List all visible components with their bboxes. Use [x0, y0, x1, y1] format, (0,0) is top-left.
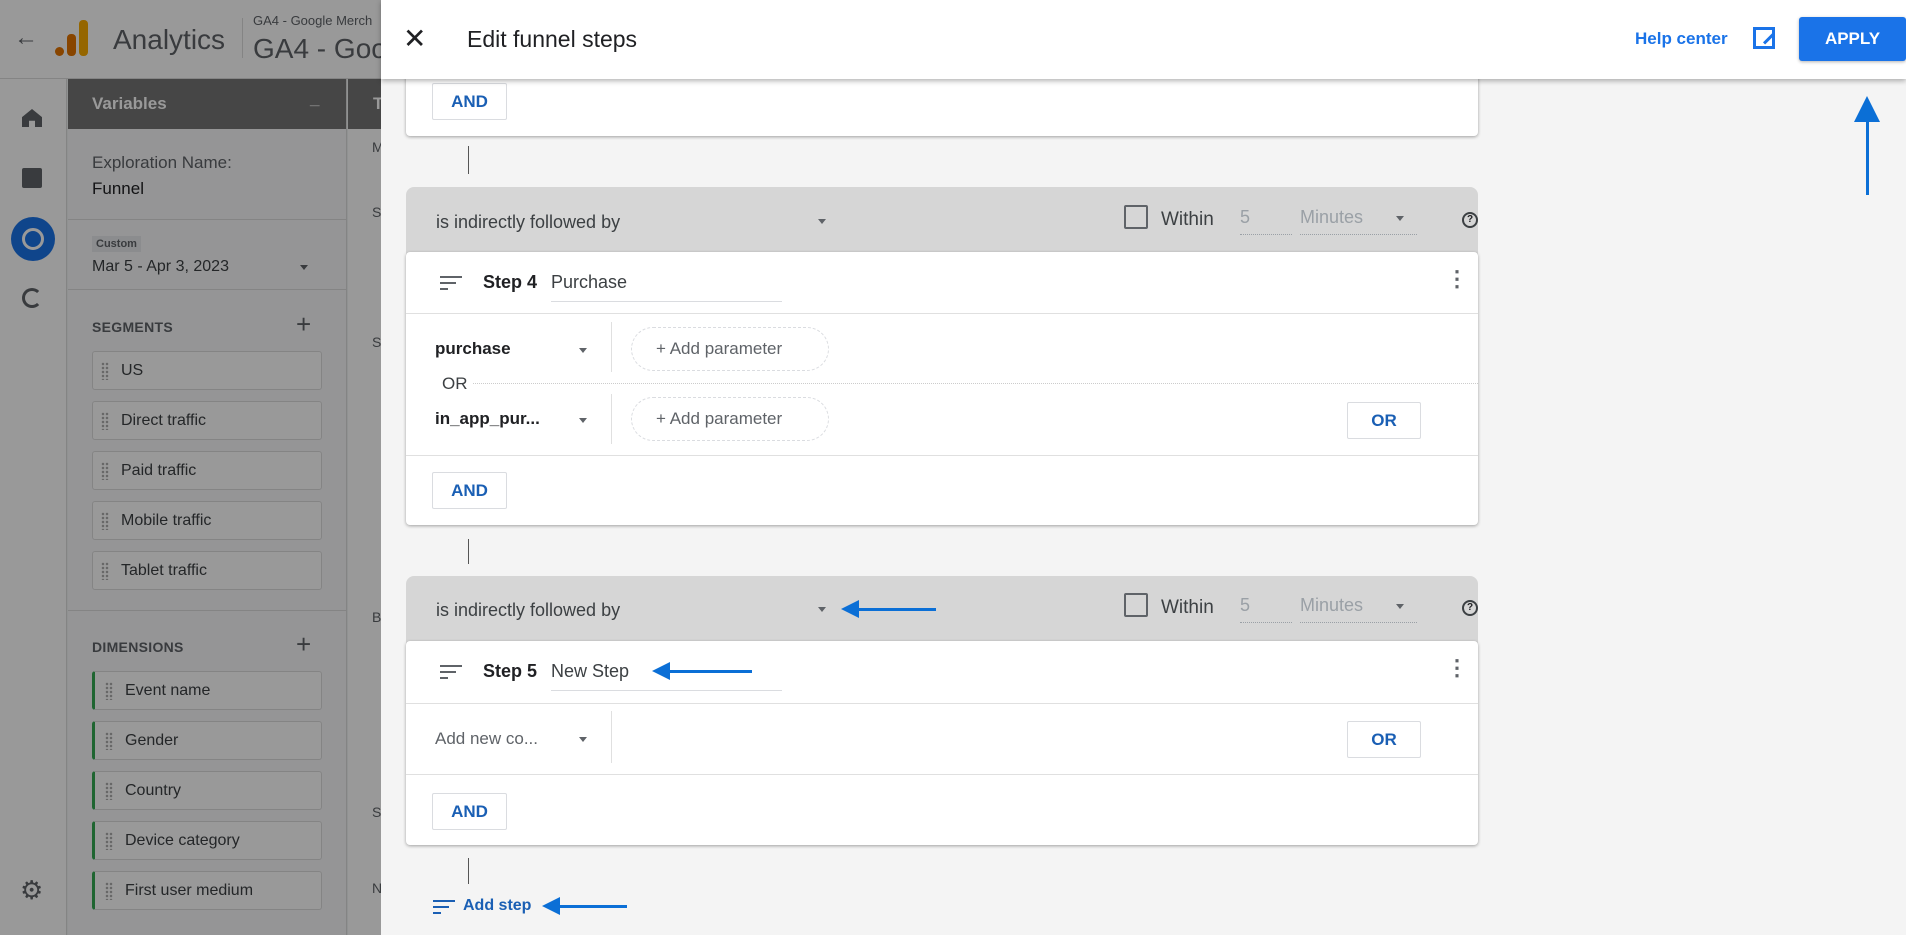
- apply-button[interactable]: APPLY: [1799, 17, 1906, 61]
- step-reorder-icon[interactable]: [440, 276, 462, 290]
- chevron-down-icon[interactable]: [579, 737, 587, 742]
- event-dropdown[interactable]: Add new co...: [435, 729, 538, 749]
- add-parameter-button[interactable]: + Add parameter: [631, 397, 829, 441]
- step-reorder-icon[interactable]: [440, 665, 462, 679]
- step-relation-bar: is indirectly followed by Within 5 Minut…: [406, 187, 1478, 259]
- time-unit-dropdown[interactable]: Minutes: [1300, 595, 1417, 623]
- chevron-down-icon[interactable]: [579, 418, 587, 423]
- step-number-label: Step 4: [483, 272, 538, 292]
- event-dropdown[interactable]: in_app_pur...: [435, 409, 540, 429]
- help-icon[interactable]: ?: [1462, 600, 1478, 616]
- more-vert-icon[interactable]: ⋮: [1446, 655, 1468, 681]
- edit-funnel-steps-panel: ✕ Edit funnel steps Help center APPLY AN…: [381, 0, 1906, 935]
- step-connector: [468, 146, 469, 174]
- or-button[interactable]: OR: [1347, 402, 1421, 439]
- step-number-label: Step 5: [483, 661, 538, 681]
- add-parameter-label: Add parameter: [669, 409, 783, 428]
- plus-icon: +: [656, 339, 670, 358]
- modal-backdrop[interactable]: [0, 0, 381, 935]
- open-in-new-icon[interactable]: [1753, 27, 1776, 49]
- annotation-arrow-up-icon: [1854, 96, 1880, 195]
- within-checkbox[interactable]: [1124, 593, 1148, 617]
- relation-dropdown[interactable]: is indirectly followed by: [436, 600, 620, 621]
- plus-icon: +: [656, 409, 670, 428]
- add-parameter-button[interactable]: + Add parameter: [631, 327, 829, 371]
- relation-dropdown[interactable]: is indirectly followed by: [436, 212, 620, 233]
- step-connector: [468, 539, 469, 564]
- or-separator-label: OR: [442, 374, 468, 393]
- step-connector: [468, 858, 469, 884]
- add-step-icon: [433, 900, 455, 914]
- within-label: Within: [1161, 597, 1214, 618]
- time-unit-dropdown[interactable]: Minutes: [1300, 207, 1417, 235]
- and-button[interactable]: AND: [432, 472, 507, 509]
- chevron-down-icon[interactable]: [1396, 216, 1404, 221]
- and-button[interactable]: AND: [432, 793, 507, 830]
- step-card-4: Step 4 Purchase ⋮ purchase + Add paramet…: [406, 252, 1478, 525]
- close-icon[interactable]: ✕: [403, 22, 426, 55]
- panel-header: ✕ Edit funnel steps Help center APPLY: [381, 0, 1906, 79]
- panel-title: Edit funnel steps: [467, 26, 638, 52]
- chevron-down-icon[interactable]: [579, 348, 587, 353]
- chevron-down-icon[interactable]: [818, 219, 826, 224]
- within-checkbox[interactable]: [1124, 205, 1148, 229]
- step-relation-bar: is indirectly followed by Within 5 Minut…: [406, 576, 1478, 648]
- chevron-down-icon[interactable]: [1396, 604, 1404, 609]
- help-icon[interactable]: ?: [1462, 212, 1478, 228]
- add-parameter-label: Add parameter: [669, 339, 783, 358]
- within-value-input[interactable]: 5: [1240, 595, 1292, 623]
- more-vert-icon[interactable]: ⋮: [1446, 266, 1468, 292]
- and-button[interactable]: AND: [432, 83, 507, 120]
- within-value-input[interactable]: 5: [1240, 207, 1292, 235]
- help-center-link[interactable]: Help center: [1635, 29, 1728, 49]
- add-step-label: Add step: [463, 897, 532, 914]
- event-dropdown[interactable]: purchase: [435, 339, 511, 359]
- step-name-input[interactable]: Purchase: [551, 272, 782, 302]
- step-card-5: Step 5 New Step ⋮ Add new co... OR AND: [406, 641, 1478, 845]
- annotation-arrow-left-icon: [841, 600, 936, 618]
- annotation-arrow-left-icon: [542, 897, 627, 915]
- annotation-arrow-left-icon: [652, 662, 752, 680]
- or-button[interactable]: OR: [1347, 721, 1421, 758]
- within-label: Within: [1161, 209, 1214, 230]
- chevron-down-icon[interactable]: [818, 607, 826, 612]
